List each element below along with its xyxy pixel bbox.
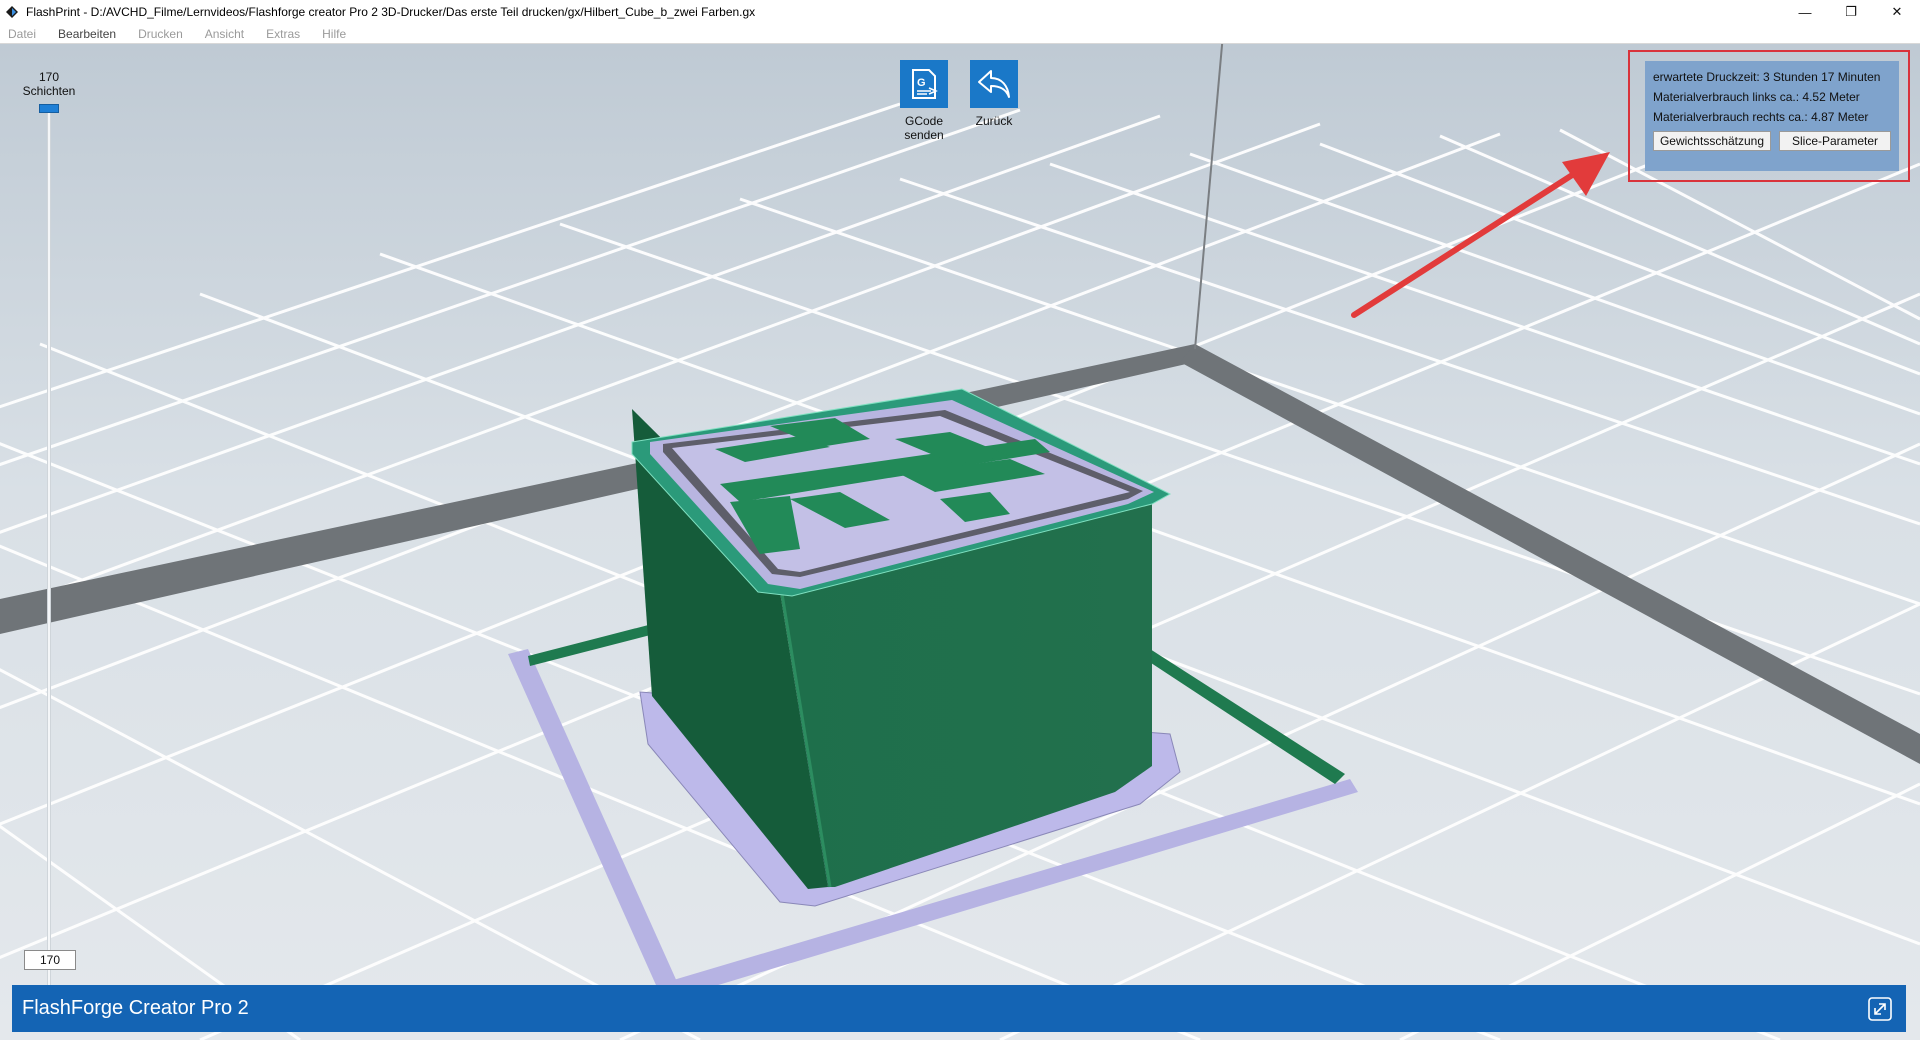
layer-value-input[interactable]: 170 <box>24 950 76 970</box>
menu-extras[interactable]: Extras <box>266 27 300 41</box>
send-gcode-button[interactable]: G GCode senden <box>884 60 964 142</box>
menu-hilfe[interactable]: Hilfe <box>322 27 346 41</box>
printer-status-bar: FlashForge Creator Pro 2 <box>12 985 1906 1032</box>
back-label: Zurück <box>975 114 1013 128</box>
expand-icon[interactable] <box>1866 995 1894 1023</box>
layer-count-unit: Schichten <box>22 84 76 98</box>
info-button-row: Gewichtsschätzung Slice-Parameter <box>1653 131 1891 151</box>
back-button[interactable]: Zurück <box>954 60 1034 128</box>
layer-slider-handle[interactable] <box>39 104 59 113</box>
menu-bearbeiten[interactable]: Bearbeiten <box>58 27 116 41</box>
send-gcode-label-line2: senden <box>904 128 944 142</box>
flashprint-app-icon <box>4 4 20 20</box>
window-controls: — ❐ ✕ <box>1782 0 1920 24</box>
title-bar: FlashPrint - D:/AVCHD_Filme/Lernvideos/F… <box>0 0 1920 24</box>
material-usage-left: Materialverbrauch links ca.: 4.52 Meter <box>1653 90 1860 104</box>
annotation-arrow <box>1351 152 1610 318</box>
gcode-send-icon: G <box>900 60 948 108</box>
menu-drucken[interactable]: Drucken <box>138 27 183 41</box>
menu-ansicht[interactable]: Ansicht <box>205 27 244 41</box>
close-button[interactable]: ✕ <box>1874 0 1920 24</box>
send-gcode-label-line1: GCode <box>904 114 944 128</box>
svg-text:G: G <box>917 77 926 89</box>
undo-arrow-icon <box>970 60 1018 108</box>
layer-slider-track[interactable] <box>47 106 51 988</box>
print-info-panel: erwartete Druckzeit: 3 Stunden 17 Minute… <box>1645 61 1899 171</box>
3d-viewport[interactable]: 170 Schichten 170 G GCode senden Zurück <box>0 44 1920 1040</box>
maximize-button[interactable]: ❐ <box>1828 0 1874 24</box>
window-title: FlashPrint - D:/AVCHD_Filme/Lernvideos/F… <box>26 5 756 19</box>
build-plate-scene <box>0 44 1920 1040</box>
weight-estimate-button[interactable]: Gewichtsschätzung <box>1653 131 1771 151</box>
slice-parameter-button[interactable]: Slice-Parameter <box>1779 131 1891 151</box>
material-usage-right: Materialverbrauch rechts ca.: 4.87 Meter <box>1653 110 1869 124</box>
layer-count-label: 170 Schichten <box>20 70 78 98</box>
send-gcode-label: GCode senden <box>884 114 964 142</box>
menu-datei[interactable]: Datei <box>8 27 36 41</box>
layer-count-value: 170 <box>38 70 60 84</box>
menu-bar: Datei Bearbeiten Drucken Ansicht Extras … <box>0 24 1920 44</box>
minimize-button[interactable]: — <box>1782 0 1828 24</box>
estimated-print-time: erwartete Druckzeit: 3 Stunden 17 Minute… <box>1653 70 1881 84</box>
printer-name: FlashForge Creator Pro 2 <box>22 997 249 1019</box>
